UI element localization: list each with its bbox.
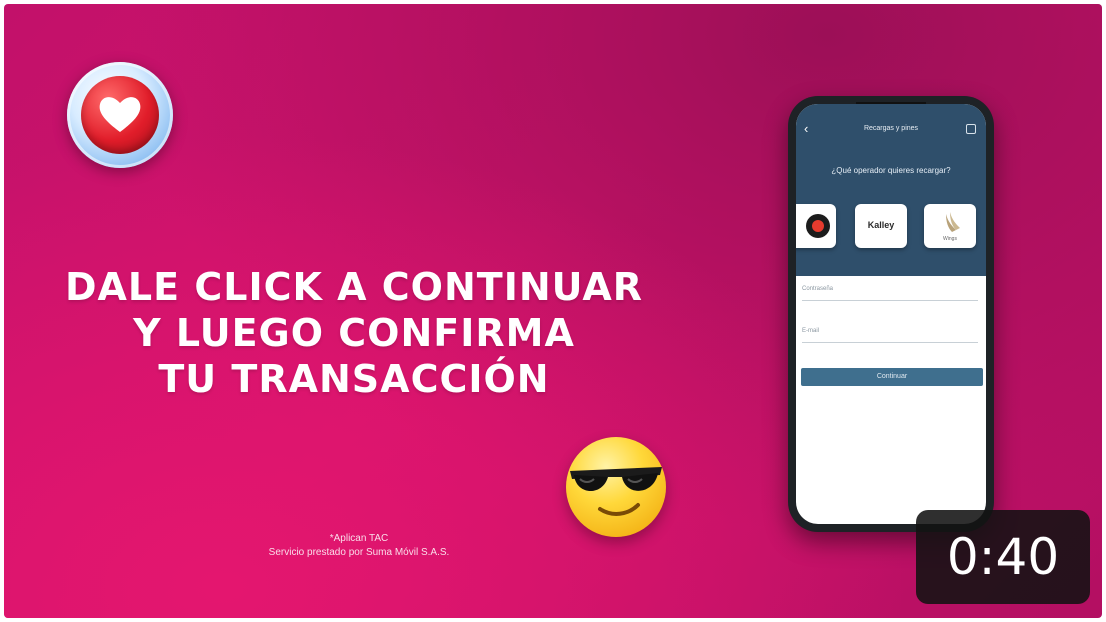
phone-screen: ‹ Recargas y pines ¿Qué operador quieres… (796, 104, 986, 524)
operator-logo-icon (806, 214, 830, 238)
headline: DALE CLICK A CONTINUAR Y LUEGO CONFIRMA … (64, 264, 644, 402)
app-bar: ‹ Recargas y pines (796, 118, 986, 142)
heart-badge-icon (67, 62, 173, 168)
video-thumbnail[interactable]: DALE CLICK A CONTINUAR Y LUEGO CONFIRMA … (0, 0, 1106, 622)
operator-card-1[interactable] (796, 204, 836, 248)
continue-button[interactable]: Continuar (801, 368, 983, 386)
disclaimer-line-1: *Aplican TAC (329, 533, 389, 544)
app-header-panel: ‹ Recargas y pines ¿Qué operador quieres… (796, 104, 986, 276)
operator-card-kalley[interactable]: Kalley (855, 204, 907, 248)
headline-line-2: Y LUEGO CONFIRMA (133, 311, 575, 355)
password-label: Contraseña (802, 286, 834, 292)
sunglasses-emoji-icon (566, 437, 666, 537)
phone-mockup: ‹ Recargas y pines ¿Qué operador quieres… (788, 96, 994, 532)
operator-label-kalley: Kalley (867, 220, 895, 230)
operator-question: ¿Qué operador quieres recargar? (831, 166, 951, 175)
operator-card-wings[interactable]: Wings (924, 204, 976, 248)
password-field[interactable] (802, 300, 978, 301)
headline-line-3: TU TRANSACCIÓN (158, 357, 550, 401)
disclaimer-line-2: Servicio prestado por Suma Móvil S.A.S. (268, 547, 450, 558)
menu-icon[interactable] (966, 124, 976, 134)
duration-badge: 0:40 (916, 510, 1090, 604)
app-title: Recargas y pines (863, 125, 919, 132)
email-label: E-mail (802, 328, 820, 334)
operator-label-wings: Wings (943, 236, 957, 242)
email-field[interactable] (802, 342, 978, 343)
headline-line-1: DALE CLICK A CONTINUAR (64, 265, 643, 309)
disclaimer: *Aplican TAC Servicio prestado por Suma … (234, 532, 484, 560)
video-frame: DALE CLICK A CONTINUAR Y LUEGO CONFIRMA … (4, 4, 1102, 618)
